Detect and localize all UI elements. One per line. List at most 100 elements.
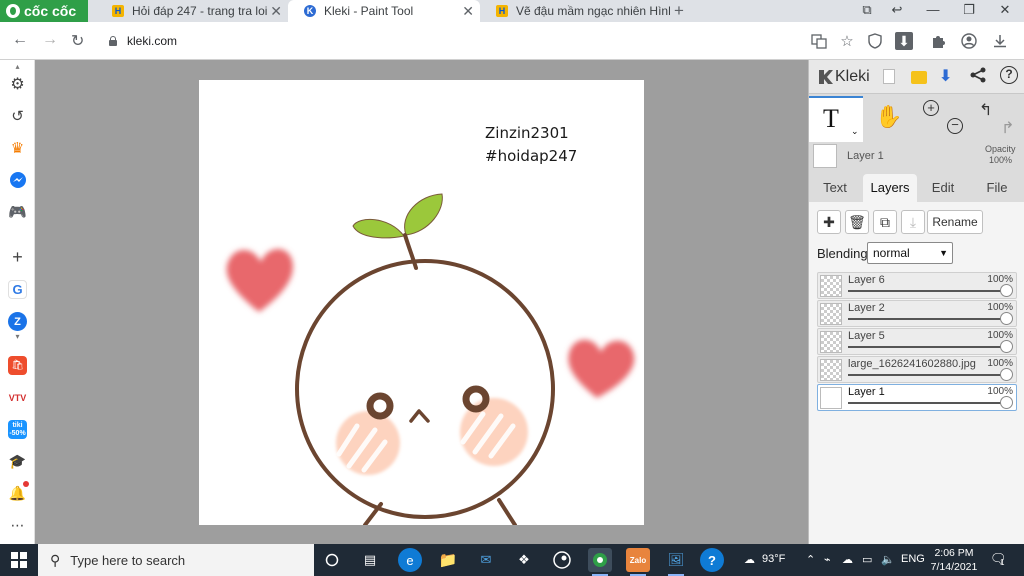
coccoc-taskbar-icon[interactable] xyxy=(588,548,612,576)
rename-button[interactable]: Rename xyxy=(927,210,983,234)
canvas-workspace[interactable]: Zinzin2301 #hoidap247 xyxy=(35,60,808,544)
save-download-icon[interactable]: ⬇ xyxy=(939,66,952,86)
new-tab-button[interactable]: + xyxy=(674,1,684,21)
restore-icon[interactable]: ❐ xyxy=(954,2,984,18)
blending-select[interactable]: normal ▼ xyxy=(867,242,953,264)
close-tab-icon[interactable]: ✕ xyxy=(462,3,474,20)
crown-icon[interactable]: ♛ xyxy=(8,138,27,157)
task-view-icon[interactable]: ▤ xyxy=(358,548,382,572)
settings-gear-icon[interactable]: ⚙ xyxy=(8,74,27,93)
tab-edit[interactable]: Edit xyxy=(923,174,963,202)
layer-opacity-knob[interactable] xyxy=(1000,368,1013,381)
layer-opacity-slider[interactable] xyxy=(848,402,1006,404)
tab-search-icon[interactable]: ⧉ xyxy=(852,2,882,18)
current-layer-thumbnail[interactable] xyxy=(813,144,837,168)
zalo-taskbar-icon[interactable]: Zalo xyxy=(626,548,650,576)
duplicate-layer-icon[interactable]: ⧉ xyxy=(873,210,897,234)
layer-item[interactable]: Layer 5 100% xyxy=(817,328,1017,355)
back-arrow-icon[interactable]: ↩ xyxy=(882,2,912,18)
tab-hoidap[interactable]: H Hỏi đáp 247 - trang tra loi ✕ xyxy=(96,0,288,22)
shield-icon[interactable] xyxy=(866,32,884,50)
file-explorer-icon[interactable]: 📁 xyxy=(436,548,460,572)
layer-item[interactable]: Layer 6 100% xyxy=(817,272,1017,299)
photos-icon[interactable]: 🖼 xyxy=(664,548,688,576)
text-tool-button[interactable]: T ⌄ xyxy=(809,96,863,142)
steam-icon[interactable] xyxy=(550,548,574,572)
messenger-icon[interactable] xyxy=(8,170,27,189)
history-icon[interactable]: ↺ xyxy=(8,106,27,125)
new-image-icon[interactable] xyxy=(883,69,895,84)
volume-icon[interactable]: 🔈 xyxy=(881,553,895,566)
tiki-icon[interactable]: tiki -50% xyxy=(8,420,27,439)
share-icon[interactable] xyxy=(969,66,987,87)
minimize-icon[interactable]: — xyxy=(918,2,948,17)
tab-text[interactable]: Text xyxy=(813,174,857,202)
layer-item-selected[interactable]: Layer 1 100% xyxy=(817,384,1017,411)
hand-tool-icon[interactable]: ✋ xyxy=(875,104,902,130)
delete-layer-icon[interactable]: 🗑 xyxy=(845,210,869,234)
redo-icon[interactable]: ↱ xyxy=(1001,118,1014,138)
gamepad-icon[interactable]: 🎮 xyxy=(8,202,27,221)
layer-item[interactable]: Layer 2 100% xyxy=(817,300,1017,327)
graduation-cap-icon[interactable]: 🎓 xyxy=(8,452,27,471)
tray-chevron-up-icon[interactable]: ⌃ xyxy=(806,553,815,566)
download-extension-icon[interactable]: ⬇ xyxy=(895,32,913,50)
tab-kleki[interactable]: K Kleki - Paint Tool ✕ xyxy=(288,0,480,22)
coccoc-menu-button[interactable]: cốc cốc xyxy=(0,0,88,22)
tab-layers[interactable]: Layers xyxy=(863,174,917,202)
add-shortcut-icon[interactable]: + xyxy=(8,247,27,267)
onedrive-icon[interactable]: ☁ xyxy=(842,553,853,566)
taskbar-search[interactable]: ⚲ Type here to search xyxy=(38,544,314,576)
language-indicator[interactable]: ENG xyxy=(901,553,925,565)
vtv-icon[interactable]: VTV xyxy=(8,388,27,407)
scroll-down-icon[interactable]: ▾ xyxy=(8,332,27,341)
scroll-up-icon[interactable]: ▴ xyxy=(8,62,27,71)
layer-opacity-knob[interactable] xyxy=(1000,284,1013,297)
tool-options-chevron-icon[interactable]: ⌄ xyxy=(851,126,859,137)
tab-vedau[interactable]: H Vẽ đậu mầm ngạc nhiên Hình xyxy=(480,0,670,22)
layer-opacity-knob[interactable] xyxy=(1000,340,1013,353)
reload-button[interactable]: ↻ xyxy=(71,31,84,51)
extensions-puzzle-icon[interactable] xyxy=(930,32,948,50)
layer-opacity-slider[interactable] xyxy=(848,318,1006,320)
back-button[interactable]: ← xyxy=(12,31,28,49)
zoom-in-icon[interactable]: + xyxy=(923,100,939,116)
layer-opacity-slider[interactable] xyxy=(848,290,1006,292)
shopee-icon[interactable]: 🛍 xyxy=(8,356,27,375)
forward-button[interactable]: → xyxy=(42,31,58,49)
address-bar[interactable]: kleki.com xyxy=(98,28,800,54)
layer-opacity-knob[interactable] xyxy=(1000,396,1013,409)
mail-icon[interactable]: ✉ xyxy=(474,548,498,572)
zoom-out-icon[interactable]: − xyxy=(947,118,963,134)
open-folder-icon[interactable] xyxy=(911,71,927,84)
layer-item[interactable]: large_1626241602880.jpg 100% xyxy=(817,356,1017,383)
translate-icon[interactable] xyxy=(810,32,828,50)
close-window-icon[interactable]: ✕ xyxy=(990,2,1020,18)
merge-down-icon[interactable]: ⤓ xyxy=(901,210,925,234)
layer-opacity-slider[interactable] xyxy=(848,346,1006,348)
network-icon[interactable]: ⌁ xyxy=(824,553,831,566)
profile-icon[interactable] xyxy=(960,32,978,50)
start-button[interactable] xyxy=(0,544,38,576)
downloads-icon[interactable] xyxy=(991,32,1009,50)
help-app-icon[interactable]: ? xyxy=(700,548,724,572)
add-layer-icon[interactable]: ✚ xyxy=(817,210,841,234)
undo-icon[interactable]: ↰ xyxy=(979,100,992,120)
help-icon[interactable]: ? xyxy=(1000,66,1018,84)
google-icon[interactable]: G xyxy=(8,280,27,299)
bookmark-star-icon[interactable]: ☆ xyxy=(838,32,856,50)
weather-icon[interactable]: ☁ xyxy=(744,553,755,566)
lock-icon[interactable] xyxy=(108,36,118,46)
zalo-icon[interactable]: Z xyxy=(8,312,27,331)
more-options-icon[interactable]: ⋯ xyxy=(8,516,27,535)
system-clock[interactable]: 2:06 PM 7/14/2021 xyxy=(926,546,982,574)
battery-icon[interactable]: ▭ xyxy=(862,553,872,566)
drawing-canvas[interactable]: Zinzin2301 #hoidap247 xyxy=(199,80,644,525)
weather-temp[interactable]: 93°F xyxy=(762,553,785,565)
layer-opacity-knob[interactable] xyxy=(1000,312,1013,325)
tab-file[interactable]: File xyxy=(975,174,1019,202)
close-tab-icon[interactable]: ✕ xyxy=(270,3,282,20)
edge-icon[interactable]: e xyxy=(398,548,422,572)
cortana-icon[interactable] xyxy=(320,548,344,572)
dropbox-icon[interactable]: ❖ xyxy=(512,548,536,572)
